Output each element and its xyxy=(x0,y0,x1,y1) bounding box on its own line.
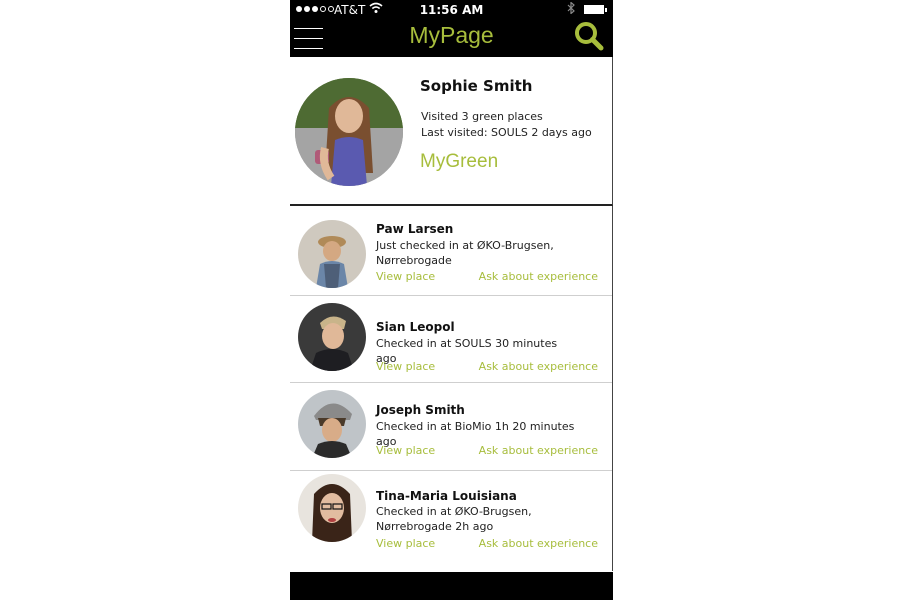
view-place-link[interactable]: View place xyxy=(376,444,435,457)
feed-status-text: Checked in at ØKO-Brugsen, Nørrebrogade … xyxy=(376,505,532,533)
phone-screen: AT&T 11:56 AM MyPage Sophie Smith Visite… xyxy=(290,0,613,600)
view-place-link[interactable]: View place xyxy=(376,537,435,550)
last-visited: Last visited: SOULS 2 days ago xyxy=(421,126,592,139)
search-icon[interactable] xyxy=(573,21,605,51)
feed-user-name: Joseph Smith xyxy=(376,403,465,417)
feed-user-name: Paw Larsen xyxy=(376,222,454,236)
ask-experience-link[interactable]: Ask about experience xyxy=(479,444,598,457)
view-place-link[interactable]: View place xyxy=(376,270,435,283)
profile-avatar xyxy=(295,78,403,186)
page-title: MyPage xyxy=(409,22,494,48)
ask-experience-link[interactable]: Ask about experience xyxy=(479,270,598,283)
list-item: Sian Leopol Checked in at SOULS 30 minut… xyxy=(290,296,612,383)
profile-card: Sophie Smith Visited 3 green places Last… xyxy=(290,57,613,206)
battery-icon xyxy=(584,5,607,14)
profile-name: Sophie Smith xyxy=(420,77,533,95)
mygreen-link[interactable]: MyGreen xyxy=(420,151,498,173)
bottom-bar xyxy=(290,572,613,600)
avatar xyxy=(298,474,366,542)
ask-experience-link[interactable]: Ask about experience xyxy=(479,360,598,373)
list-item: Paw Larsen Just checked in at ØKO-Brugse… xyxy=(290,206,612,296)
avatar xyxy=(298,390,366,458)
status-bar: AT&T 11:56 AM xyxy=(290,0,613,20)
activity-feed: Paw Larsen Just checked in at ØKO-Brugse… xyxy=(290,206,613,571)
feed-status-text: Just checked in at ØKO-Brugsen, Nørrebro… xyxy=(376,239,554,267)
avatar xyxy=(298,220,366,288)
list-item: Tina-Maria Louisiana Checked in at ØKO-B… xyxy=(290,471,612,571)
bluetooth-icon xyxy=(567,1,575,17)
nav-bar: MyPage xyxy=(290,20,613,57)
list-item: Joseph Smith Checked in at BioMio 1h 20 … xyxy=(290,383,612,471)
view-place-link[interactable]: View place xyxy=(376,360,435,373)
ask-experience-link[interactable]: Ask about experience xyxy=(479,537,598,550)
feed-user-name: Tina-Maria Louisiana xyxy=(376,489,517,503)
visited-count: Visited 3 green places xyxy=(421,110,543,123)
feed-user-name: Sian Leopol xyxy=(376,320,455,334)
avatar xyxy=(298,303,366,371)
status-time: 11:56 AM xyxy=(419,3,484,17)
